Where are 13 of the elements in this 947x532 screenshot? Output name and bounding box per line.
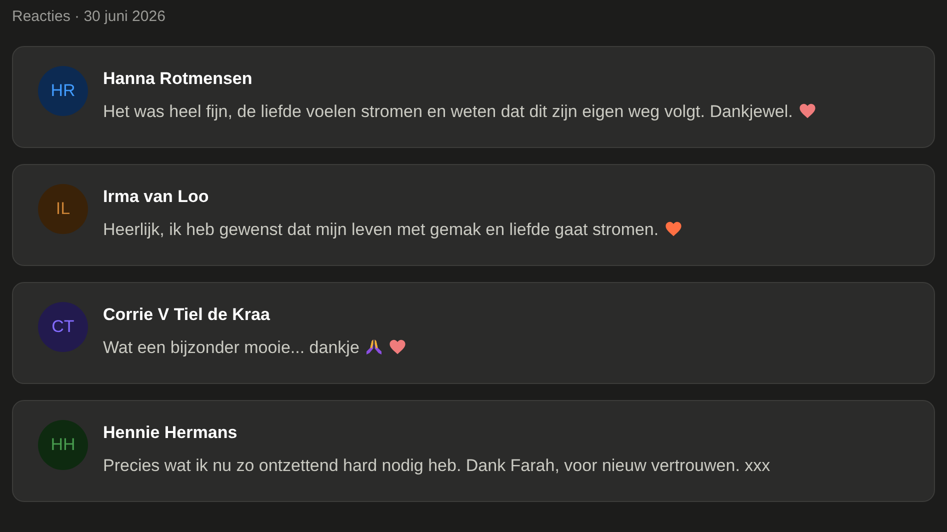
avatar: HH xyxy=(38,420,88,470)
comment-text: Precies wat ik nu zo ontzettend hard nodig heb. Dank Farah, voor nieuw vertrouwen. xxx xyxy=(103,456,770,475)
avatar: HR xyxy=(38,66,88,116)
avatar: IL xyxy=(38,184,88,234)
commenter-name: Hennie Hermans xyxy=(103,422,238,444)
avatar: CT xyxy=(38,302,88,352)
comment-text: Het was heel fijn, de liefde voelen stromen en weten dat dit zijn eigen weg volgt. Dankjewel. xyxy=(103,102,793,121)
commenter-name: Irma van Loo xyxy=(103,186,210,208)
commenter-name: Hanna Rotmensen xyxy=(103,68,254,90)
commenter-name: Corrie V Tiel de Kraa xyxy=(103,304,271,326)
section-header: Reacties · 30 juni 2026 xyxy=(12,7,166,27)
comment-text: Heerlijk, ik heb gewenst dat mijn leven met gemak en liefde gaat stromen. xyxy=(103,220,659,239)
comment-text: Wat een bijzonder mooie... dankje xyxy=(103,338,360,357)
